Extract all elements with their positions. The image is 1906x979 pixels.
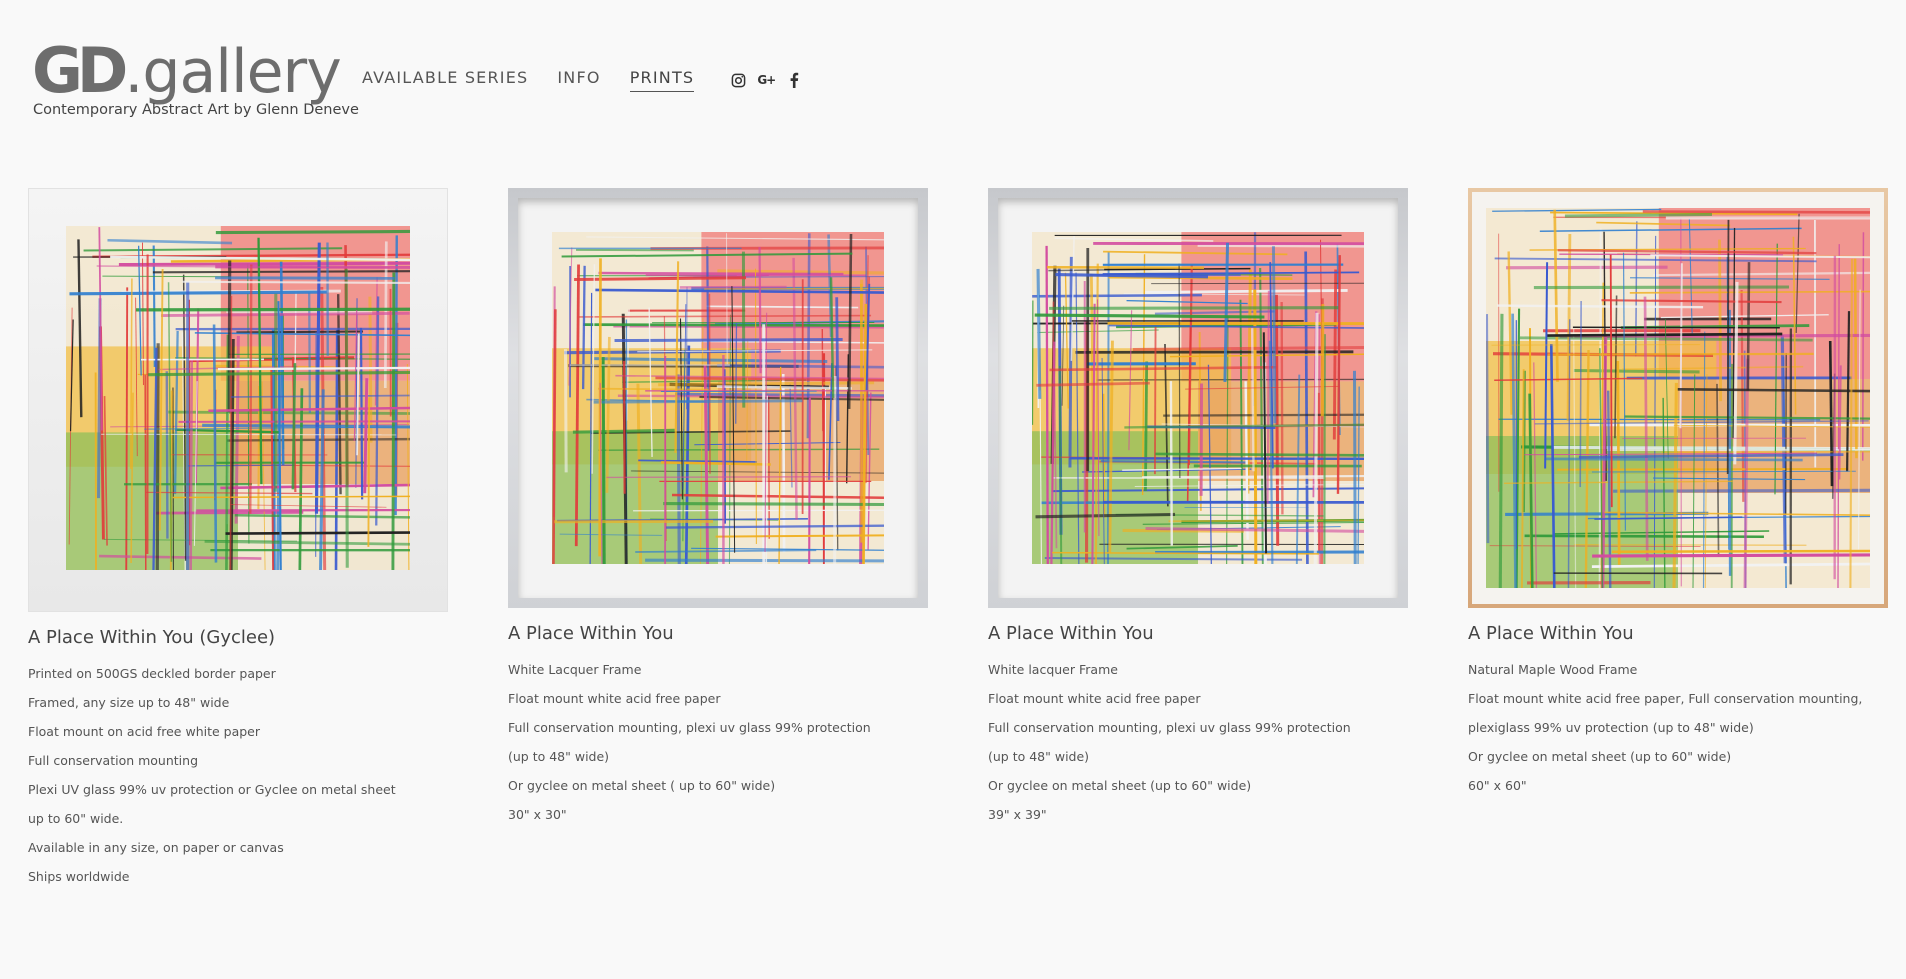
nav-prints[interactable]: PRINTS — [629, 68, 695, 92]
description-line: Available in any size, on paper or canva… — [28, 840, 284, 856]
logo-mark: GD — [32, 34, 128, 107]
logo-word: .gallery — [124, 37, 341, 107]
description-line: up to 60" wide. — [28, 811, 124, 827]
print-item: A Place Within You (Gyclee) Printed on 5… — [28, 188, 448, 891]
description-line: Or gyclee on metal sheet ( up to 60" wid… — [508, 778, 776, 794]
artwork-image[interactable] — [508, 188, 928, 608]
description-line: (up to 48" wide) — [988, 749, 1090, 765]
item-title: A Place Within You — [508, 623, 674, 644]
artwork-image[interactable] — [988, 188, 1408, 608]
artwork-image[interactable] — [28, 188, 448, 612]
description-line: Full conservation mounting, plexi uv gla… — [988, 720, 1351, 736]
description-line: plexiglass 99% uv protection (up to 48" … — [1468, 720, 1754, 736]
item-description: White Lacquer Frame Float mount white ac… — [508, 655, 928, 829]
social-links: G+ — [729, 71, 813, 89]
print-item: A Place Within You White Lacquer Frame F… — [508, 188, 928, 829]
site-header: GD .gallery Contemporary Abstract Art by… — [32, 22, 1832, 132]
description-line: Float mount white acid free paper, Full … — [1468, 691, 1863, 707]
description-line: Printed on 500GS deckled border paper — [28, 666, 276, 682]
google-plus-icon[interactable]: G+ — [757, 71, 776, 89]
description-line: Plexi UV glass 99% uv protection or Gycl… — [28, 782, 396, 798]
site-tagline: Contemporary Abstract Art by Glenn Denev… — [33, 102, 359, 118]
description-line: 39" x 39" — [988, 807, 1047, 823]
description-line: (up to 48" wide) — [508, 749, 610, 765]
description-line: 30" x 30" — [508, 807, 567, 823]
description-line: Full conservation mounting, plexi uv gla… — [508, 720, 871, 736]
description-line: Ships worldwide — [28, 869, 130, 885]
artwork-painting — [1032, 232, 1364, 564]
print-item: A Place Within You Natural Maple Wood Fr… — [1468, 188, 1888, 800]
instagram-icon[interactable] — [729, 71, 747, 89]
description-line: Full conservation mounting — [28, 753, 199, 769]
item-title: A Place Within You — [988, 623, 1154, 644]
artwork-image[interactable] — [1468, 188, 1888, 608]
item-description: Printed on 500GS deckled border paper Fr… — [28, 659, 448, 891]
nav-info[interactable]: INFO — [557, 68, 600, 92]
description-line: White Lacquer Frame — [508, 662, 642, 678]
description-line: 60" x 60" — [1468, 778, 1527, 794]
item-description: White lacquer Frame Float mount white ac… — [988, 655, 1408, 829]
description-line: Or gyclee on metal sheet (up to 60" wide… — [988, 778, 1252, 794]
description-line: Float mount white acid free paper — [508, 691, 721, 707]
item-description: Natural Maple Wood Frame Float mount whi… — [1468, 655, 1888, 800]
artwork-painting — [66, 226, 410, 570]
item-title: A Place Within You (Gyclee) — [28, 627, 276, 648]
description-line: Or gyclee on metal sheet (up to 60" wide… — [1468, 749, 1732, 765]
facebook-icon[interactable] — [785, 71, 803, 89]
artwork-painting — [1486, 208, 1870, 588]
description-line: Natural Maple Wood Frame — [1468, 662, 1638, 678]
description-line: Framed, any size up to 48" wide — [28, 695, 230, 711]
item-title: A Place Within You — [1468, 623, 1634, 644]
main-nav: AVAILABLE SERIES INFO PRINTS G+ — [362, 68, 813, 92]
description-line: Float mount on acid free white paper — [28, 724, 261, 740]
print-item: A Place Within You White lacquer Frame F… — [988, 188, 1408, 829]
site-logo[interactable]: GD .gallery — [32, 22, 342, 107]
page: GD .gallery Contemporary Abstract Art by… — [0, 0, 1906, 979]
description-line: Float mount white acid free paper — [988, 691, 1201, 707]
description-line: White lacquer Frame — [988, 662, 1118, 678]
artwork-painting — [552, 232, 884, 564]
nav-available-series[interactable]: AVAILABLE SERIES — [362, 68, 528, 92]
